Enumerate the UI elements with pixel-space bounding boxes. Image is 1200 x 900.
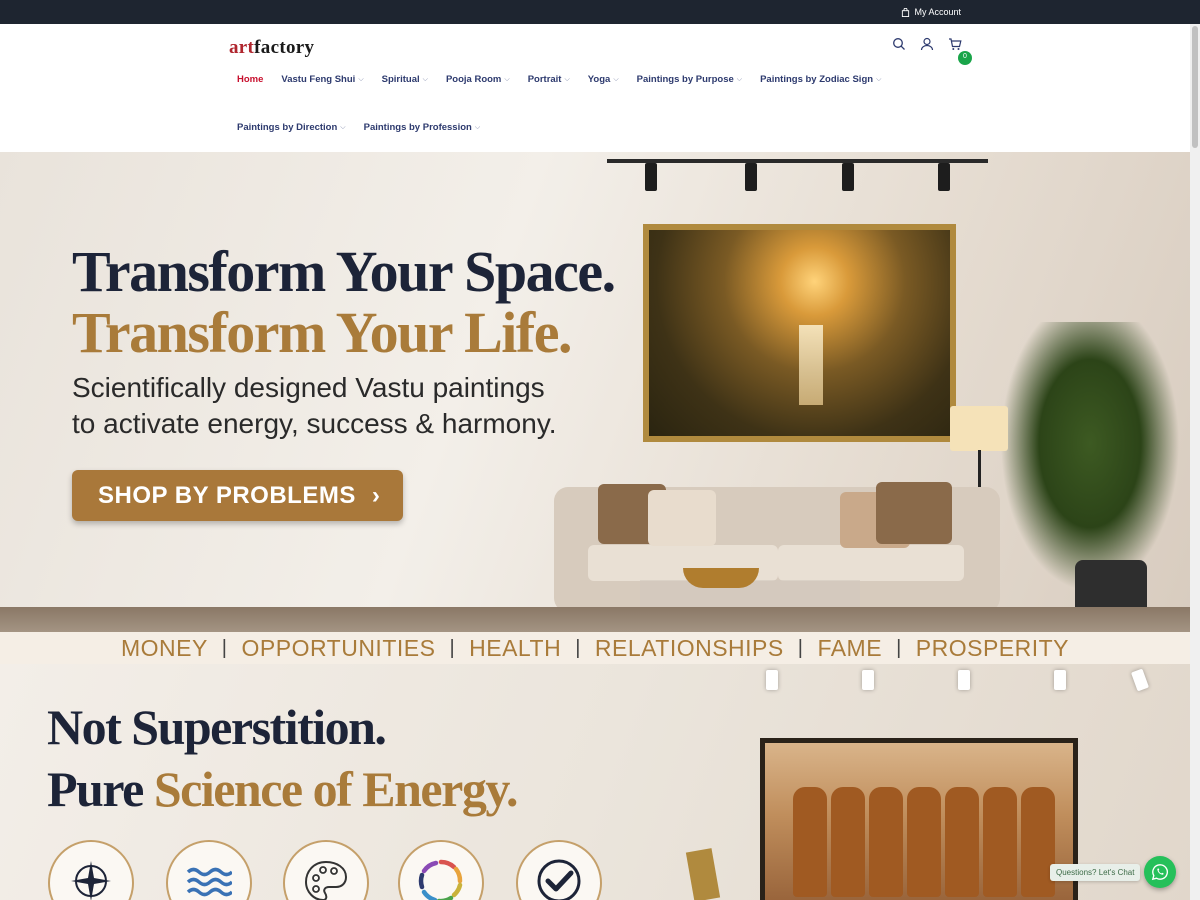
spotlight bbox=[938, 163, 950, 191]
problems-strip: MONEY | OPPORTUNITIES | HEALTH | RELATIONSHIPS… bbox=[0, 632, 1190, 664]
nav-item-spiritual[interactable]: Spiritual ⌵ bbox=[382, 74, 428, 85]
problem-opportunities[interactable]: OPPORTUNITIES bbox=[242, 635, 436, 662]
chevron-down-icon: ⌵ bbox=[358, 75, 364, 83]
nav-item-yoga[interactable]: Yoga ⌵ bbox=[588, 74, 619, 85]
problem-money[interactable]: MONEY bbox=[121, 635, 208, 662]
pillow bbox=[876, 482, 952, 544]
hero-headline-1: Transform Your Space. bbox=[72, 239, 616, 304]
pillow bbox=[648, 490, 716, 546]
chevron-down-icon: ⌵ bbox=[876, 75, 882, 83]
page-scrollbar[interactable] bbox=[1190, 24, 1200, 900]
color-wheel-icon bbox=[398, 840, 484, 900]
problem-relationships[interactable]: RELATIONSHIPS bbox=[595, 635, 784, 662]
science-banner: Not Superstition. Pure Science of Energy… bbox=[0, 664, 1190, 900]
my-account-label: My Account bbox=[914, 7, 961, 17]
horse-figure bbox=[793, 787, 827, 897]
section-headline-2: Pure Science of Energy. bbox=[47, 761, 519, 817]
spotlight bbox=[645, 163, 657, 191]
chevron-down-icon: ⌵ bbox=[474, 123, 481, 131]
nav-item-portrait[interactable]: Portrait ⌵ bbox=[528, 74, 570, 85]
bag-icon bbox=[902, 7, 910, 17]
waterfall-painting-image bbox=[643, 224, 956, 442]
shop-by-problems-button[interactable]: SHOP BY PROBLEMS › bbox=[72, 470, 403, 521]
hero-banner: Transform Your Space. Transform Your Lif… bbox=[0, 152, 1190, 632]
horse-figure bbox=[945, 787, 979, 897]
separator: | bbox=[797, 636, 804, 659]
horse-figure bbox=[907, 787, 941, 897]
chat-prompt[interactable]: Questions? Let's Chat bbox=[1050, 864, 1141, 881]
separator: | bbox=[221, 636, 228, 659]
separator: | bbox=[575, 636, 581, 659]
compass-icon bbox=[48, 840, 134, 900]
nav-row: Home Vastu Feng Shui ⌵ Spiritual ⌵ Pooja Room… bbox=[237, 74, 957, 122]
problem-prosperity[interactable]: PROSPERITY bbox=[916, 635, 1069, 662]
horse-figure bbox=[831, 787, 865, 897]
lamp-image bbox=[950, 406, 1008, 451]
bowl-image bbox=[683, 568, 759, 588]
problem-fame[interactable]: FAME bbox=[817, 635, 882, 662]
water-waves-icon bbox=[166, 840, 252, 900]
plant-image bbox=[1000, 322, 1180, 592]
section-headline-1: Not Superstition. bbox=[47, 699, 387, 755]
nav-item-pooja-room[interactable]: Pooja Room ⌵ bbox=[446, 74, 510, 85]
site-logo[interactable]: artfactory bbox=[229, 37, 314, 59]
nav-item-paintings-by-profession[interactable]: Paintings by Profession ⌵ bbox=[364, 122, 481, 133]
whatsapp-icon bbox=[1151, 864, 1168, 881]
scrollbar-thumb[interactable] bbox=[1192, 26, 1198, 148]
separator: | bbox=[896, 636, 902, 659]
spotlight bbox=[842, 163, 854, 191]
top-bar: My Account bbox=[0, 0, 1200, 24]
spotlight bbox=[766, 670, 778, 690]
spotlight bbox=[862, 670, 874, 690]
chevron-down-icon: ⌵ bbox=[340, 123, 346, 131]
my-account-link[interactable]: My Account bbox=[901, 7, 961, 17]
cart-icon[interactable]: 0 bbox=[948, 37, 972, 65]
whatsapp-chat-button[interactable] bbox=[1144, 856, 1176, 888]
horse-figure bbox=[869, 787, 903, 897]
track-light bbox=[607, 159, 988, 163]
checkmark-icon bbox=[516, 840, 602, 900]
hero-headline-2: Transform Your Life. bbox=[72, 300, 572, 365]
chevron-right-icon: › bbox=[371, 481, 381, 509]
spotlight bbox=[1054, 670, 1066, 690]
chevron-down-icon: ⌵ bbox=[736, 75, 743, 83]
nav-item-home[interactable]: Home bbox=[237, 74, 263, 85]
nav-item-paintings-by-direction[interactable]: Paintings by Direction ⌵ bbox=[237, 122, 346, 133]
chevron-down-icon: ⌵ bbox=[613, 75, 619, 83]
nav-item-paintings-by-purpose[interactable]: Paintings by Purpose ⌵ bbox=[637, 74, 742, 85]
hero-subtitle: Scientifically designed Vastu paintings … bbox=[72, 372, 557, 439]
floor bbox=[0, 607, 1190, 632]
chevron-down-icon: ⌵ bbox=[422, 75, 428, 83]
separator: | bbox=[449, 636, 456, 659]
horse-figure bbox=[983, 787, 1017, 897]
nav-item-paintings-by-zodiac-sign[interactable]: Paintings by Zodiac Sign ⌵ bbox=[760, 74, 881, 85]
seven-horses-painting-image bbox=[760, 738, 1078, 900]
chevron-down-icon: ⌵ bbox=[564, 75, 570, 83]
horse-figure bbox=[1021, 787, 1055, 897]
user-icon[interactable] bbox=[920, 37, 934, 51]
search-icon[interactable] bbox=[892, 37, 906, 51]
spotlight bbox=[958, 670, 970, 690]
floor-lamp-image bbox=[685, 848, 721, 900]
chevron-down-icon: ⌵ bbox=[504, 75, 510, 83]
problem-health[interactable]: HEALTH bbox=[469, 635, 561, 662]
cart-count-badge: 0 bbox=[958, 51, 972, 65]
palette-icon bbox=[283, 840, 369, 900]
spotlight bbox=[1130, 668, 1150, 692]
site-header: artfactory 0 Home Vastu Feng Shui ⌵ Spiritu… bbox=[0, 24, 1190, 152]
nav-item-vastu-feng-shui[interactable]: Vastu Feng Shui ⌵ bbox=[281, 74, 363, 85]
spotlight bbox=[745, 163, 757, 191]
